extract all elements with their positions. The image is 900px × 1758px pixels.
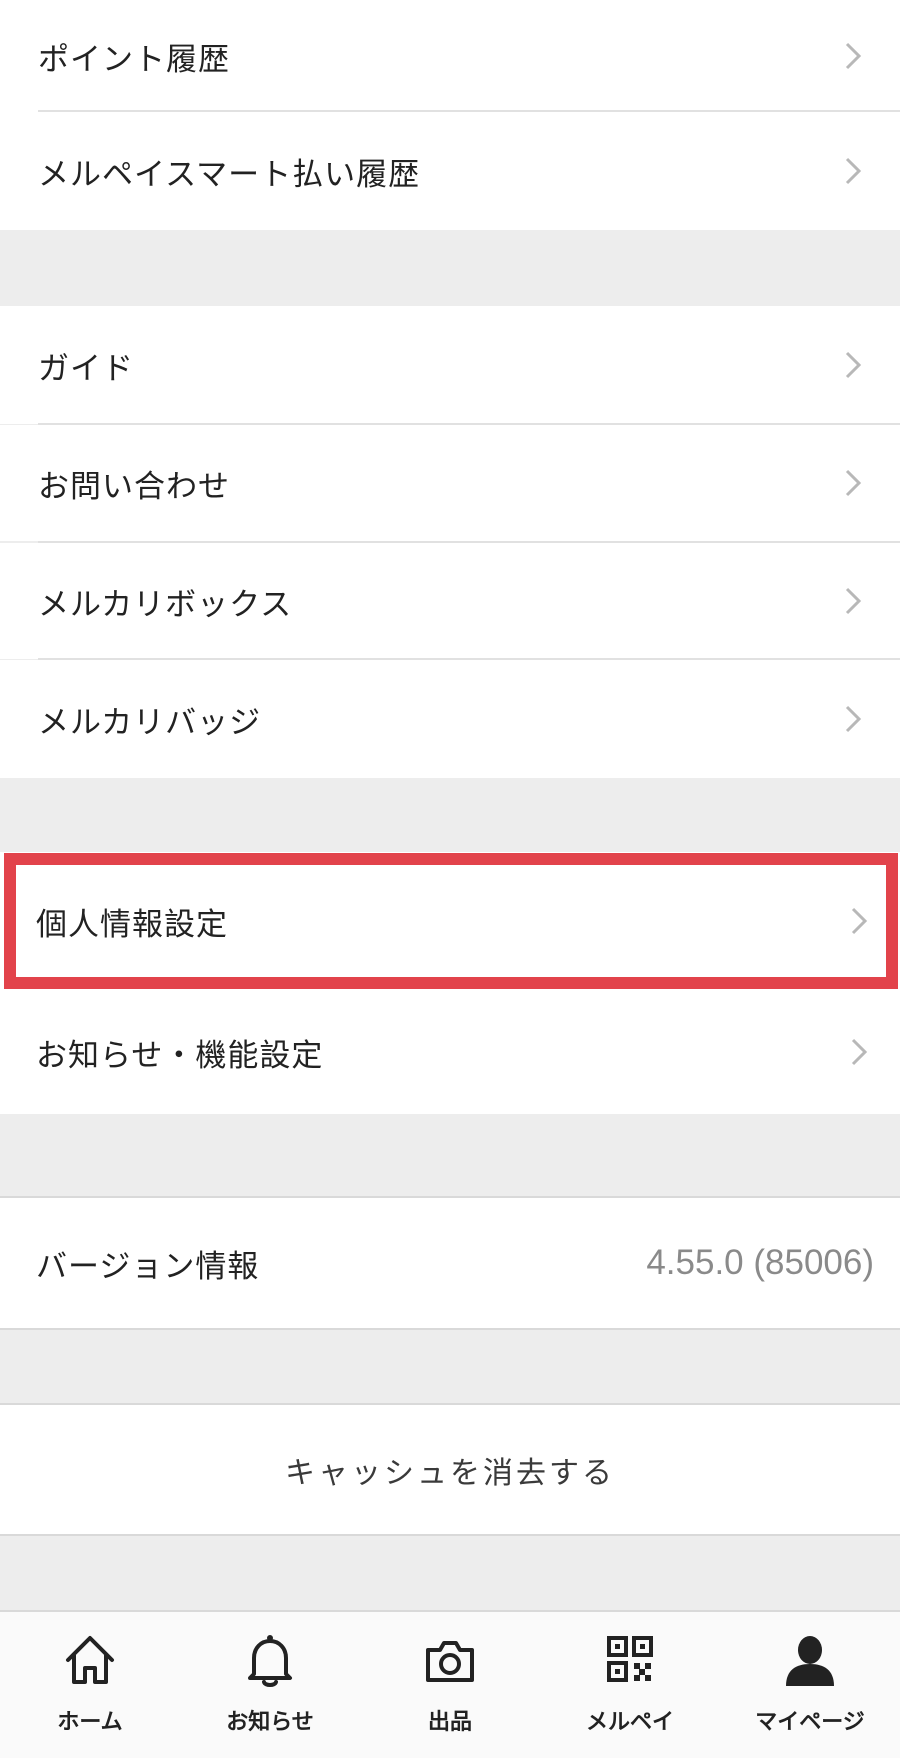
menu-item-smart-payment-history[interactable]: メルペイスマート払い履歴: [0, 112, 900, 230]
chevron-right-icon: [842, 468, 864, 498]
menu-item-mercari-badge[interactable]: メルカリバッジ: [0, 660, 900, 778]
chevron-right-icon: [848, 1037, 870, 1067]
menu-item-personal-info-settings[interactable]: 個人情報設定: [0, 852, 900, 990]
tab-home[interactable]: ホーム: [0, 1612, 180, 1758]
chevron-right-icon: [842, 586, 864, 616]
bell-icon: [240, 1630, 300, 1690]
menu-item-label: 個人情報設定: [36, 906, 228, 943]
menu-item-label: メルカリバッジ: [38, 704, 262, 741]
menu-item-guide[interactable]: ガイド: [0, 306, 900, 424]
home-icon: [60, 1630, 120, 1690]
menu-item-label: メルペイスマート払い履歴: [38, 156, 421, 193]
tab-bar: ホーム お知らせ 出品 メルペイ マイページ: [0, 1610, 900, 1758]
tab-mypage[interactable]: マイページ: [720, 1612, 900, 1758]
qr-code-icon: [600, 1630, 660, 1690]
settings-screen: ポイント履歴 メルペイスマート払い履歴 ガイド お問い合わせ メルカリボックス …: [0, 0, 900, 1758]
tab-label: お知らせ: [226, 1710, 314, 1735]
menu-item-label: お知らせ・機能設定: [36, 1037, 324, 1074]
menu-item-contact[interactable]: お問い合わせ: [0, 425, 900, 541]
menu-item-notification-settings[interactable]: お知らせ・機能設定: [0, 990, 900, 1114]
tab-label: 出品: [427, 1710, 472, 1735]
menu-item-point-history[interactable]: ポイント履歴: [0, 0, 900, 112]
divider: [0, 1328, 900, 1330]
version-info-label: バージョン情報: [36, 1248, 260, 1285]
tab-label: ホーム: [57, 1710, 123, 1735]
camera-icon: [420, 1630, 480, 1690]
tab-label: マイページ: [755, 1710, 865, 1735]
chevron-right-icon: [842, 41, 864, 71]
chevron-right-icon: [842, 704, 864, 734]
menu-item-label: お問い合わせ: [38, 468, 230, 505]
menu-item-label: ポイント履歴: [38, 41, 230, 78]
chevron-right-icon: [848, 906, 870, 936]
chevron-right-icon: [842, 156, 864, 186]
version-number: 4.55.0 (85006): [646, 1243, 874, 1282]
tab-merpay[interactable]: メルペイ: [540, 1612, 720, 1758]
menu-item-label: ガイド: [38, 350, 134, 387]
menu-item-mercari-box[interactable]: メルカリボックス: [0, 543, 900, 659]
divider: [0, 1534, 900, 1536]
clear-cache-button[interactable]: キャッシュを消去する: [0, 1405, 900, 1534]
menu-item-label: メルカリボックス: [38, 586, 293, 623]
tab-sell[interactable]: 出品: [360, 1612, 540, 1758]
tab-notifications[interactable]: お知らせ: [180, 1612, 360, 1758]
person-icon: [780, 1630, 840, 1690]
tab-label: メルペイ: [585, 1710, 674, 1735]
clear-cache-label: キャッシュを消去する: [285, 1455, 615, 1491]
chevron-right-icon: [842, 350, 864, 380]
version-info-row: バージョン情報 4.55.0 (85006): [0, 1198, 900, 1328]
